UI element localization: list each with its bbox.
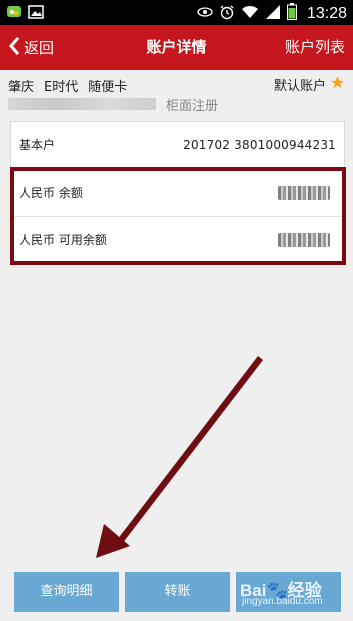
wifi-icon	[241, 4, 259, 24]
basic-account-card: 基本户 201702 3801000944231	[10, 121, 345, 169]
default-account-label: 默认账户	[273, 79, 326, 94]
basic-account-label: 基本户	[19, 138, 56, 152]
register-type: 柜面注册	[166, 99, 219, 114]
title-bar: 返回 账户详情 账户列表	[0, 25, 353, 70]
image-icon	[28, 4, 44, 24]
basic-account-value: 201702 3801000944231	[183, 138, 336, 152]
balance-card: 人民币 余额 人民币 可用余额	[10, 169, 345, 264]
back-button[interactable]: 返回	[8, 25, 54, 70]
clock-time: 13:28	[306, 4, 347, 22]
available-balance-label: 人民币 可用余额	[19, 233, 107, 247]
account-header: 肇庆 E时代 随便卡 默认账户 柜面注册	[0, 70, 353, 120]
balance-value-blurred	[278, 186, 330, 200]
third-button[interactable]	[236, 572, 341, 612]
query-detail-button[interactable]: 查询明细	[14, 572, 119, 612]
account-tag-card: 随便卡	[88, 80, 128, 95]
transfer-button[interactable]: 转账	[125, 572, 230, 612]
account-list-button[interactable]: 账户列表	[285, 25, 345, 70]
star-icon	[330, 75, 345, 94]
status-bar: 13:28	[0, 0, 353, 25]
default-account[interactable]: 默认账户	[274, 75, 345, 94]
available-balance-value-blurred	[278, 233, 330, 247]
chat-icon	[6, 4, 22, 24]
signal-icon	[265, 4, 281, 24]
basic-account-row: 基本户 201702 3801000944231	[11, 122, 344, 168]
alarm-icon	[219, 4, 235, 24]
eye-icon	[197, 4, 213, 23]
balance-label: 人民币 余额	[19, 186, 83, 200]
account-tags: 肇庆 E时代 随便卡	[8, 76, 127, 95]
battery-icon	[286, 3, 297, 24]
account-tag-region: 肇庆	[8, 80, 35, 95]
balance-row: 人民币 余额	[11, 170, 344, 216]
account-tag-series: E时代	[44, 80, 79, 95]
back-label: 返回	[24, 39, 55, 57]
available-balance-row: 人民币 可用余额	[11, 217, 344, 263]
chevron-left-icon	[8, 36, 20, 60]
account-number-blurred	[8, 98, 156, 110]
